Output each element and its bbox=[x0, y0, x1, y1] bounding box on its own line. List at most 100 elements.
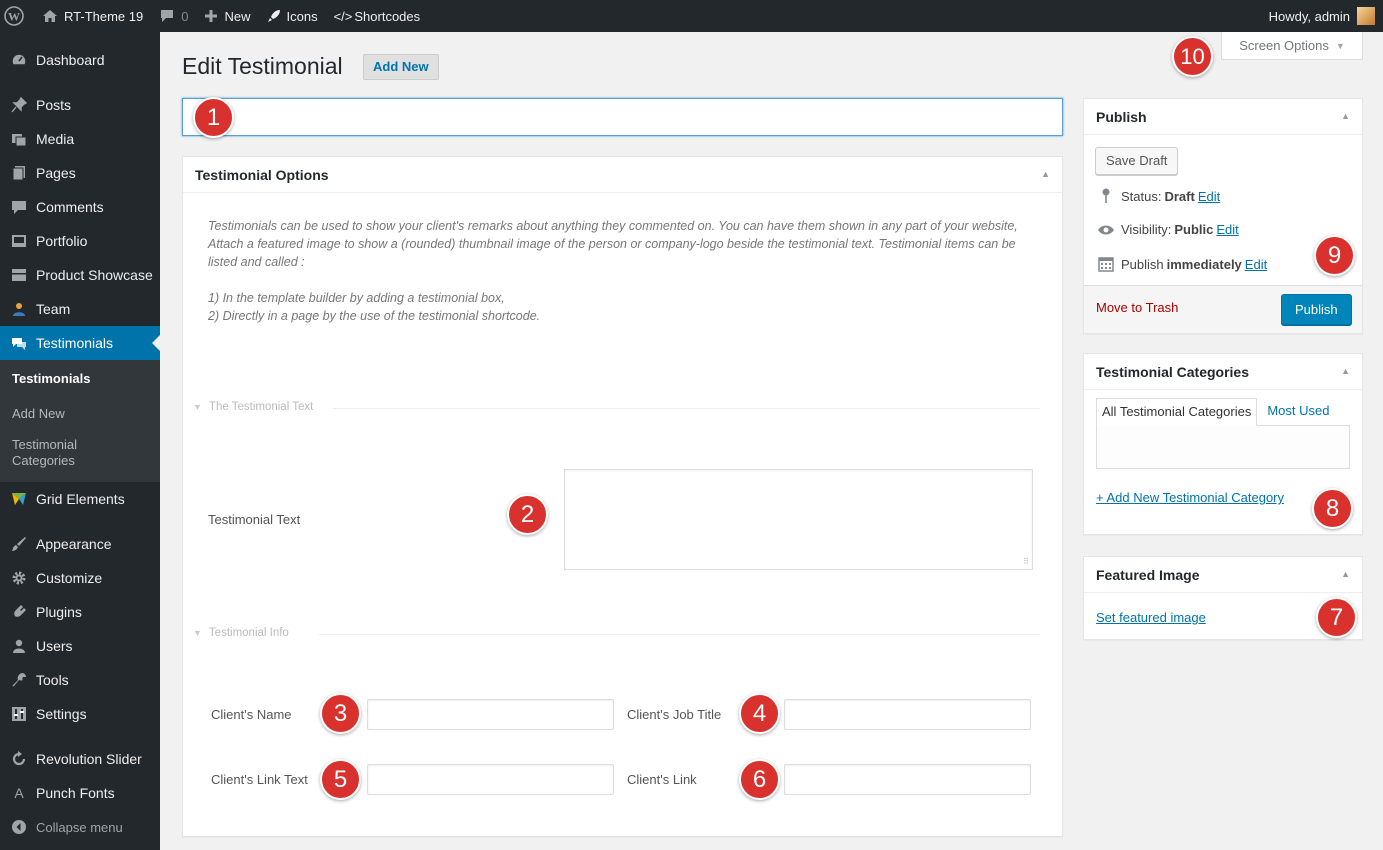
client-link-input[interactable] bbox=[784, 764, 1031, 795]
collapse-arrow-icon[interactable]: ▲ bbox=[1341, 111, 1350, 121]
sidebar-item-portfolio[interactable]: Portfolio bbox=[0, 224, 160, 258]
annotation-badge-1: 1 bbox=[193, 97, 234, 138]
sidebar-item-label: Product Showcase bbox=[36, 267, 153, 283]
edit-publish-date-link[interactable]: Edit bbox=[1245, 257, 1267, 272]
submenu-item-add-new[interactable]: Add New bbox=[0, 402, 160, 426]
post-title-input[interactable] bbox=[182, 98, 1063, 136]
product-icon bbox=[10, 266, 28, 284]
box-title: Testimonial Options bbox=[195, 166, 329, 183]
annotation-badge-9: 9 bbox=[1314, 235, 1355, 276]
screen-options-button[interactable]: Screen Options ▼ bbox=[1221, 32, 1363, 60]
shortcodes-label: Shortcodes bbox=[354, 8, 421, 24]
comments-link[interactable]: 0 bbox=[151, 0, 196, 32]
sidebar-item-pages[interactable]: Pages bbox=[0, 156, 160, 190]
edit-status-link[interactable]: Edit bbox=[1198, 189, 1220, 204]
annotation-badge-5: 5 bbox=[320, 759, 361, 800]
section-testimonial-info[interactable]: ▼ Testimonial Info bbox=[193, 627, 289, 639]
sidebar-item-team[interactable]: Team bbox=[0, 292, 160, 326]
chevron-down-icon: ▼ bbox=[193, 628, 202, 638]
icons-label: Icons bbox=[286, 8, 318, 24]
sidebar-item-media[interactable]: Media bbox=[0, 122, 160, 156]
wrench-icon bbox=[10, 671, 28, 689]
site-name-link[interactable]: RT-Theme 19 bbox=[34, 0, 151, 32]
divider bbox=[319, 634, 1040, 635]
sidebar-item-label: Tools bbox=[36, 672, 69, 688]
admin-sidebar: Dashboard Posts Media Pages Comments Por… bbox=[0, 32, 160, 850]
sidebar-item-testimonials[interactable]: Testimonials bbox=[0, 326, 160, 360]
categories-header[interactable]: Testimonial Categories ▲ bbox=[1084, 354, 1362, 390]
font-icon: A bbox=[14, 785, 24, 801]
pages-icon bbox=[10, 164, 28, 182]
testimonial-text-label: Testimonial Text bbox=[208, 512, 301, 527]
save-draft-button[interactable]: Save Draft bbox=[1095, 147, 1179, 175]
testimonial-options-header[interactable]: Testimonial Options ▲ bbox=[183, 157, 1062, 193]
sidebar-item-settings[interactable]: Settings bbox=[0, 697, 160, 731]
collapse-arrow-icon[interactable]: ▲ bbox=[1341, 366, 1350, 376]
collapse-arrow-icon[interactable]: ▲ bbox=[1341, 569, 1350, 579]
new-content-link[interactable]: New bbox=[196, 0, 258, 32]
publish-header[interactable]: Publish ▲ bbox=[1084, 99, 1362, 135]
grid-icon bbox=[10, 490, 28, 508]
sidebar-item-product-showcase[interactable]: Product Showcase bbox=[0, 258, 160, 292]
sidebar-item-revolution-slider[interactable]: Revolution Slider bbox=[0, 742, 160, 776]
move-to-trash-link[interactable]: Move to Trash bbox=[1096, 300, 1178, 315]
box-title: Testimonial Categories bbox=[1096, 363, 1250, 380]
section-testimonial-text[interactable]: ▼ The Testimonial Text bbox=[193, 401, 313, 413]
visibility-label: Visibility: bbox=[1121, 222, 1172, 237]
sidebar-item-plugins[interactable]: Plugins bbox=[0, 595, 160, 629]
calendar-icon bbox=[1096, 256, 1116, 272]
sidebar-item-label: Revolution Slider bbox=[36, 751, 142, 767]
sidebar-item-users[interactable]: Users bbox=[0, 629, 160, 663]
sidebar-item-comments[interactable]: Comments bbox=[0, 190, 160, 224]
testimonial-options-box: Testimonial Options ▲ Testimonials can be… bbox=[182, 156, 1063, 837]
categories-checklist bbox=[1096, 425, 1350, 469]
sidebar-item-punch-fonts[interactable]: A Punch Fonts bbox=[0, 776, 160, 810]
collapse-arrow-icon[interactable]: ▲ bbox=[1041, 169, 1050, 179]
client-link-text-input[interactable] bbox=[367, 764, 614, 795]
publish-button[interactable]: Publish bbox=[1281, 294, 1352, 325]
collapse-menu-button[interactable]: Collapse menu bbox=[0, 810, 160, 844]
sidebar-item-label: Punch Fonts bbox=[36, 785, 115, 801]
tab-most-used[interactable]: Most Used bbox=[1257, 398, 1334, 426]
account-menu[interactable]: Howdy, admin bbox=[1261, 0, 1383, 32]
refresh-icon bbox=[10, 750, 28, 768]
sidebar-item-dashboard[interactable]: Dashboard bbox=[0, 43, 160, 77]
wordpress-logo-icon[interactable]: W bbox=[0, 0, 34, 32]
client-name-input[interactable] bbox=[367, 699, 614, 730]
box-title: Featured Image bbox=[1096, 566, 1200, 583]
submenu-item-testimonial-categories[interactable]: Testimonial Categories bbox=[0, 433, 100, 473]
client-job-title-label: Client's Job Title bbox=[627, 707, 722, 722]
icons-link[interactable]: Icons bbox=[259, 0, 326, 32]
new-label: New bbox=[224, 8, 251, 24]
tab-all-categories[interactable]: All Testimonial Categories bbox=[1096, 398, 1258, 426]
client-name-label: Client's Name bbox=[211, 707, 292, 722]
edit-visibility-link[interactable]: Edit bbox=[1216, 222, 1238, 237]
box-title: Publish bbox=[1096, 108, 1147, 125]
sidebar-item-tools[interactable]: Tools bbox=[0, 663, 160, 697]
sidebar-item-posts[interactable]: Posts bbox=[0, 88, 160, 122]
testimonial-text-textarea[interactable]: ⠿ bbox=[564, 469, 1033, 570]
sidebar-item-label: Plugins bbox=[36, 604, 82, 620]
sidebar-item-label: Dashboard bbox=[36, 52, 105, 68]
sidebar-item-label: Pages bbox=[36, 165, 76, 181]
add-new-button[interactable]: Add New bbox=[363, 54, 439, 80]
sidebar-item-grid-elements[interactable]: Grid Elements bbox=[0, 482, 160, 516]
resize-grip-icon[interactable]: ⠿ bbox=[1023, 557, 1029, 566]
featured-image-header[interactable]: Featured Image ▲ bbox=[1084, 557, 1362, 593]
shortcodes-link[interactable]: </> Shortcodes bbox=[326, 0, 429, 32]
brush-icon bbox=[10, 535, 28, 553]
sidebar-item-appearance[interactable]: Appearance bbox=[0, 527, 160, 561]
annotation-badge-3: 3 bbox=[320, 693, 361, 734]
sidebar-item-customize[interactable]: Customize bbox=[0, 561, 160, 595]
set-featured-image-link[interactable]: Set featured image bbox=[1096, 610, 1206, 625]
admin-bar: W RT-Theme 19 0 New Icons </> Shortcodes… bbox=[0, 0, 1383, 32]
media-icon bbox=[10, 130, 28, 148]
sidebar-item-label: Users bbox=[36, 638, 73, 654]
add-new-category-link[interactable]: + Add New Testimonial Category bbox=[1096, 490, 1284, 505]
client-job-title-input[interactable] bbox=[784, 699, 1031, 730]
testimonials-submenu: Testimonials Add New Testimonial Categor… bbox=[0, 360, 160, 482]
testimonial-icon bbox=[10, 334, 28, 352]
gear-icon bbox=[10, 569, 28, 587]
visibility-row: Visibility: Public Edit bbox=[1096, 222, 1239, 237]
submenu-item-testimonials[interactable]: Testimonials bbox=[0, 367, 160, 391]
